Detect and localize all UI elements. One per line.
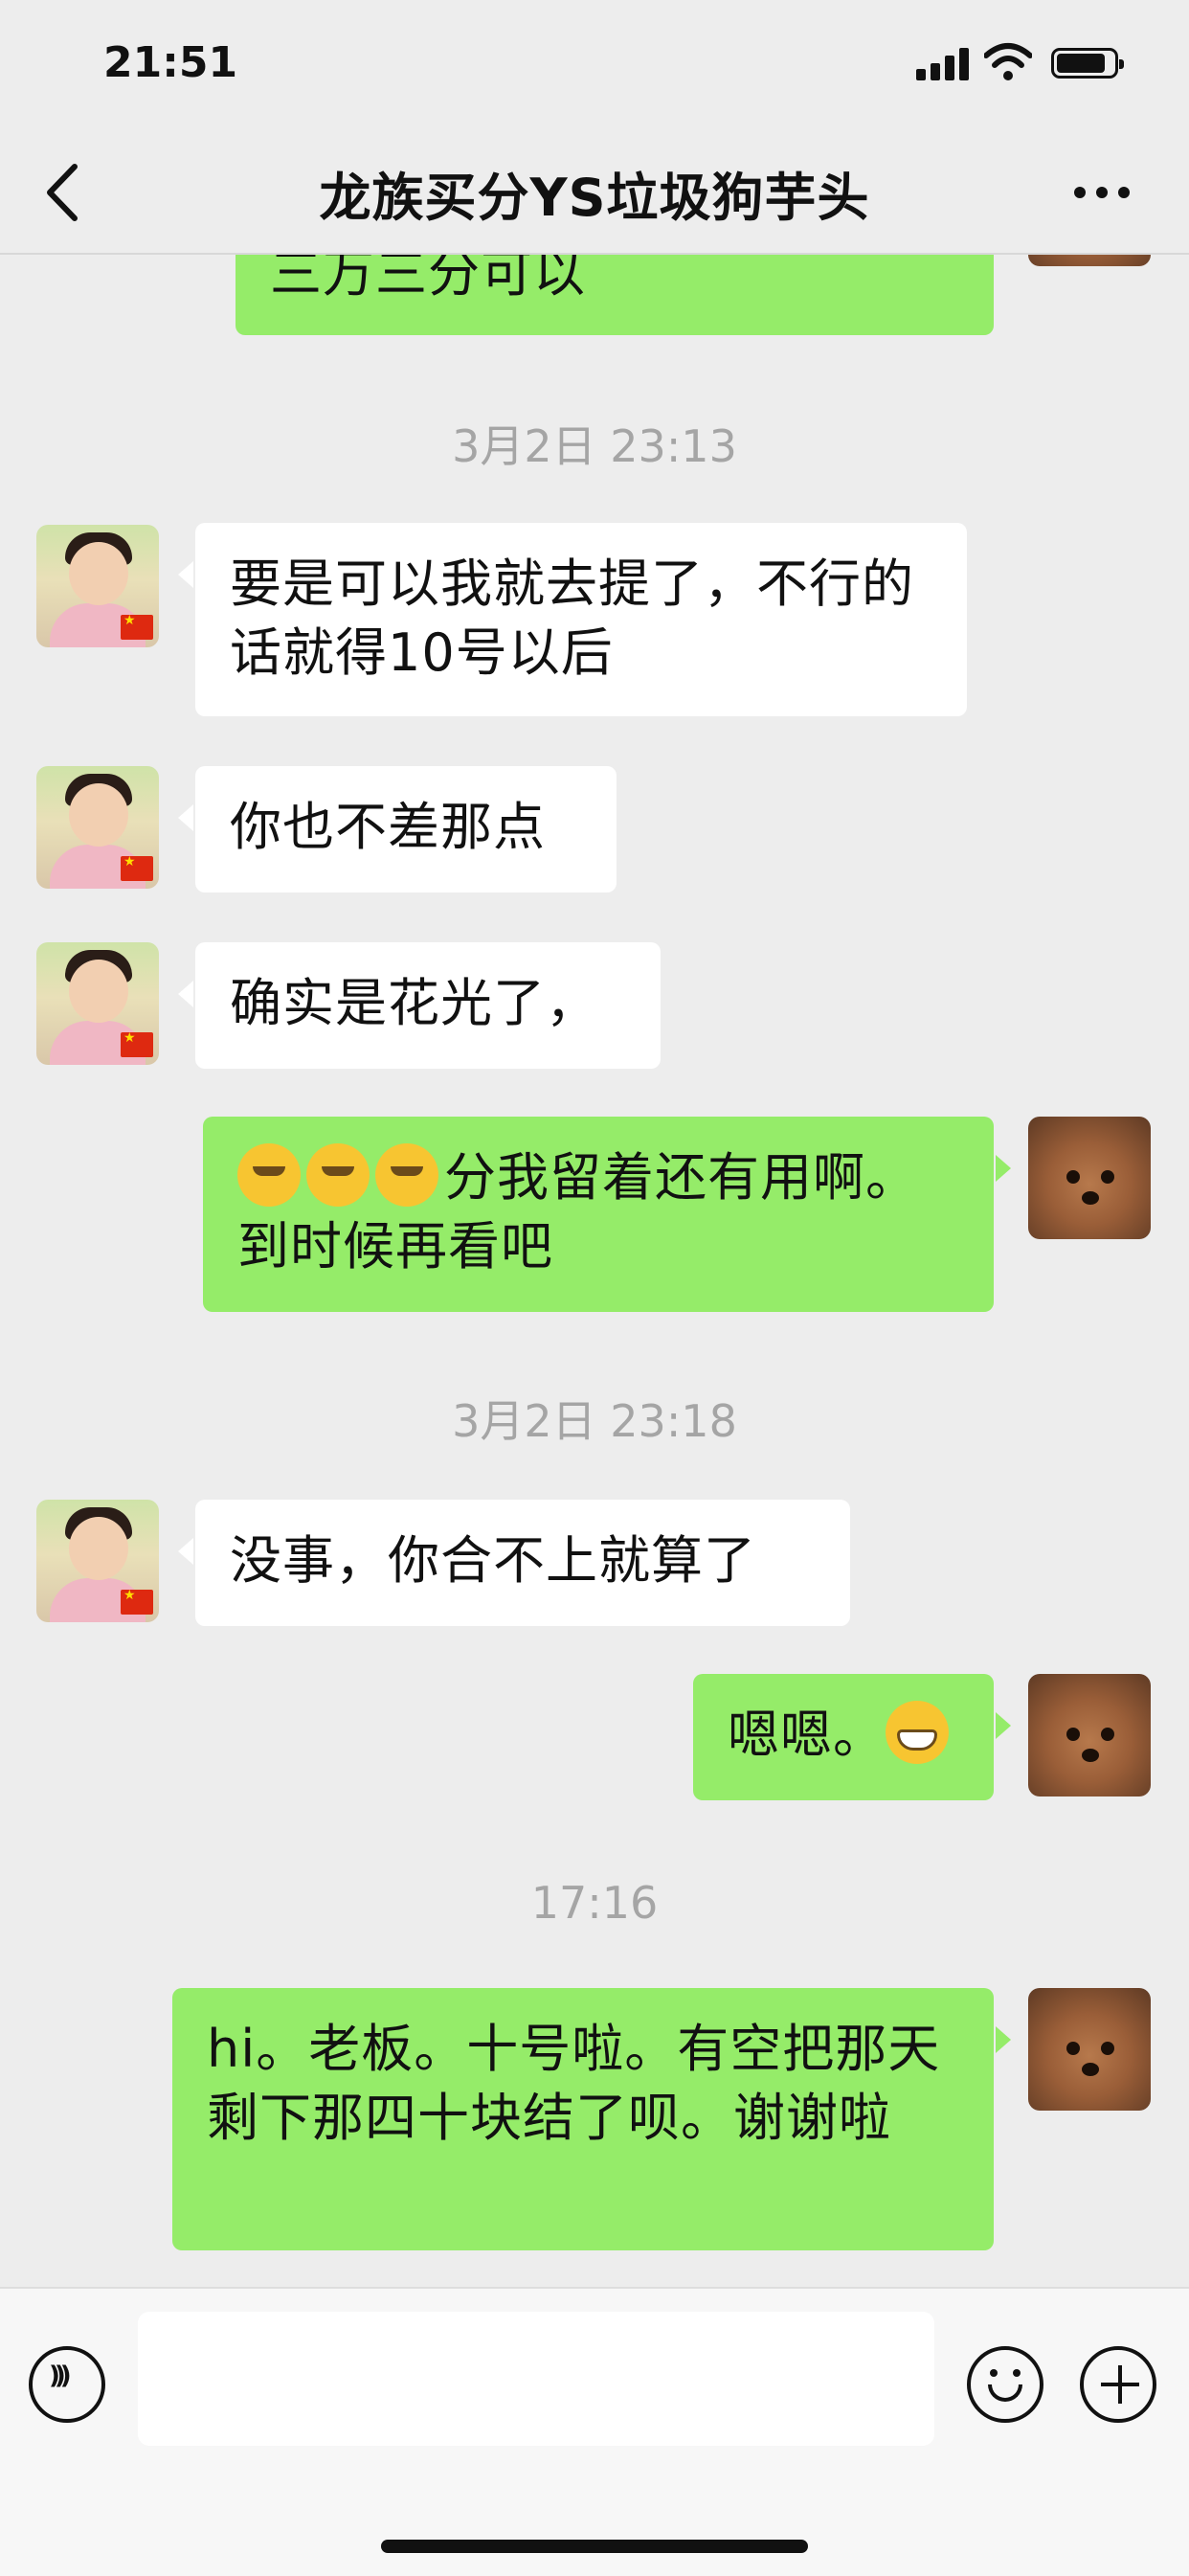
wifi-icon [984, 43, 1032, 80]
avatar-contact[interactable] [36, 1500, 159, 1622]
avatar-contact[interactable] [36, 766, 159, 889]
sweat-emoji-icon [237, 1143, 301, 1207]
timestamp: 3月2日 23:18 [452, 1395, 737, 1447]
message-bubble-incoming[interactable]: 确实是花光了， [178, 942, 661, 1069]
more-options-icon[interactable] [1068, 172, 1135, 211]
message-bubble-incoming[interactable]: 你也不差那点 [178, 766, 617, 893]
message-bubble-incoming[interactable]: 要是可以我就去提了，不行的话就得10号以后 [178, 523, 967, 716]
message-text: 没事，你合不上就算了 [230, 1530, 756, 1591]
voice-icon[interactable] [29, 2346, 105, 2423]
battery-icon [1051, 48, 1124, 79]
home-indicator [381, 2540, 808, 2553]
status-bar: 21:51 [0, 0, 1189, 134]
input-bar [0, 2287, 1189, 2576]
emoji-icon[interactable] [967, 2346, 1043, 2423]
timestamp: 3月2日 23:13 [452, 420, 737, 472]
message-bubble-outgoing[interactable]: 分我留着还有用啊。到时候再看吧 [203, 1117, 1011, 1312]
chat-header: 龙族买分YS垃圾狗芋头 [0, 134, 1189, 255]
sweat-emoji-icon [375, 1143, 438, 1207]
message-text: 要是可以我就去提了，不行的话就得10号以后 [230, 554, 914, 683]
timestamp: 17:16 [530, 1877, 659, 1929]
signal-icon [916, 48, 970, 80]
message-bubble-outgoing[interactable]: hi。老板。十号啦。有空把那天剩下那四十块结了呗。谢谢啦 [172, 1988, 1011, 2250]
chat-title: 龙族买分YS垃圾狗芋头 [319, 168, 870, 228]
message-bubble-outgoing[interactable]: 嗯嗯。 [693, 1674, 1011, 1800]
message-text: 确实是花光了， [230, 973, 598, 1033]
grin-emoji-icon [886, 1701, 949, 1764]
message-input[interactable] [138, 2312, 934, 2446]
message-text: 你也不差那点 [230, 797, 546, 857]
avatar-self[interactable] [1028, 1988, 1151, 2111]
avatar-self[interactable] [1028, 1674, 1151, 1796]
message-bubble-incoming[interactable]: 没事，你合不上就算了 [178, 1500, 850, 1626]
message-text: 嗯嗯。 [728, 1705, 886, 1765]
avatar-contact[interactable] [36, 942, 159, 1065]
avatar-contact[interactable] [36, 525, 159, 647]
status-time: 21:51 [103, 38, 238, 87]
message-text: hi。老板。十号啦。有空把那天剩下那四十块结了呗。谢谢啦 [207, 2019, 941, 2148]
avatar-self[interactable] [1028, 1117, 1151, 1239]
sweat-emoji-icon [306, 1143, 370, 1207]
plus-icon[interactable] [1080, 2346, 1156, 2423]
